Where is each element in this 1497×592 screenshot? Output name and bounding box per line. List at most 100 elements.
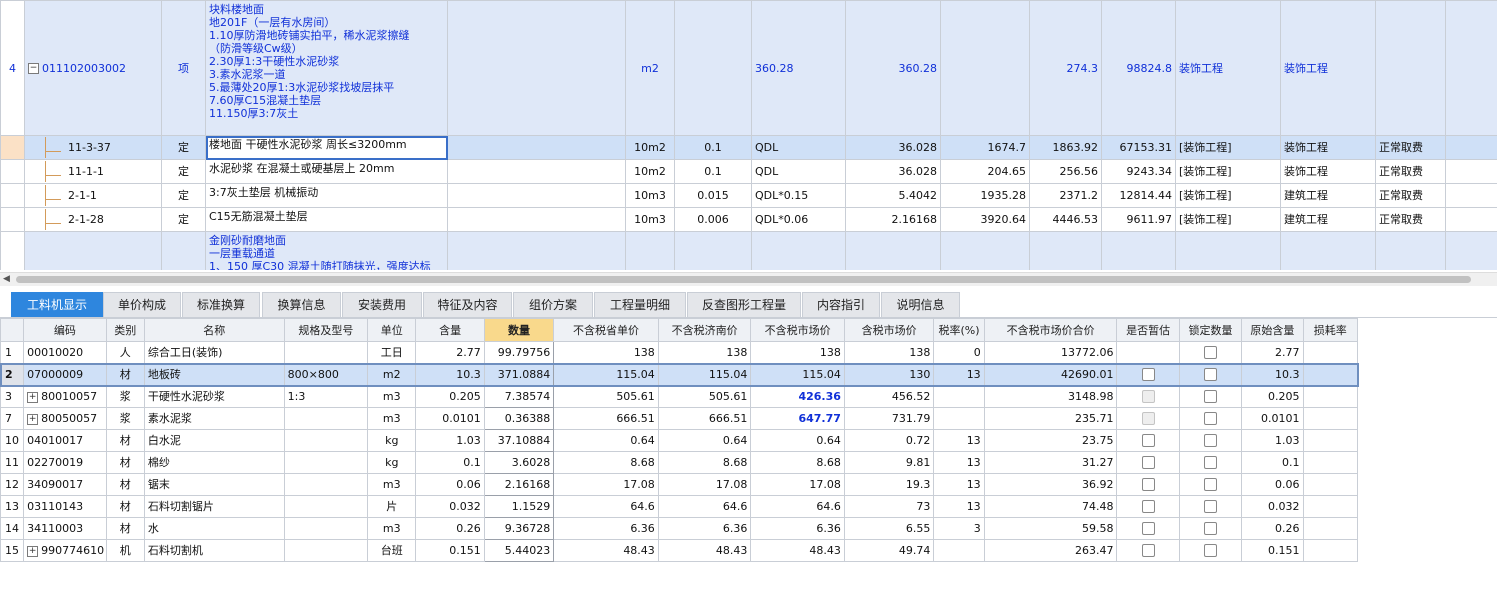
material-row[interactable]: 14 34110003 材水 m3 0.26 9.36728 6.36 6.36 6.36 6.5… [0,517,1359,540]
item-coefficient[interactable]: 0.015 [674,183,752,208]
item-extra[interactable] [1445,231,1497,270]
item-total[interactable]: 9243.34 [1101,159,1176,184]
material-category[interactable]: 浆 [105,385,145,408]
item-major2[interactable]: 建筑工程 [1280,207,1376,232]
prov-price[interactable]: 64.6 [553,495,659,518]
item-extra[interactable] [1445,183,1497,208]
item-quantity[interactable]: 2.16168 [845,207,941,232]
market-price[interactable]: 8.68 [750,451,845,474]
item-extra[interactable] [1445,207,1497,232]
market-total[interactable]: 13772.06 [983,341,1118,364]
material-name[interactable]: 干硬性水泥砂浆 [143,385,285,408]
estimate-checkbox-cell[interactable] [1116,385,1180,408]
item-major2[interactable]: 建筑工程 [1280,183,1376,208]
jinan-price[interactable]: 138 [657,341,752,364]
prov-price[interactable]: 8.68 [553,451,659,474]
material-code[interactable]: 03110143 [23,495,107,518]
loss-rate[interactable] [1302,451,1359,474]
estimate-checkbox-cell[interactable] [1116,451,1180,474]
material-category[interactable]: 人 [105,341,145,364]
material-quantity[interactable]: 5.44023 [483,539,555,562]
item-fee-type[interactable]: 正常取费 [1375,135,1446,160]
original-content[interactable]: 0.06 [1241,473,1304,496]
tax-rate[interactable] [933,407,985,430]
material-row[interactable]: 15 +990774610 机石料切割机 台班 0.151 5.44023 48.43 48.… [0,539,1359,562]
market-total[interactable]: 23.75 [983,429,1118,452]
lock-quantity-checkbox[interactable] [1204,390,1217,404]
item-unit[interactable]: 10m3 [625,183,675,208]
item-major[interactable]: [装饰工程] [1175,135,1281,160]
market-price-tax[interactable]: 19.3 [843,473,935,496]
header-lock-qty[interactable]: 锁定数量 [1178,318,1243,342]
tab-conversion-info[interactable]: 换算信息 [262,292,341,317]
jinan-price[interactable]: 0.64 [657,429,752,452]
item-feature[interactable] [447,159,626,184]
estimate-checkbox-cell[interactable] [1116,517,1180,540]
material-code[interactable]: 34110003 [23,517,107,540]
material-content[interactable]: 0.1 [415,451,485,474]
item-major[interactable] [1175,231,1281,270]
item-fee-type[interactable] [1375,0,1446,136]
market-price-tax[interactable]: 0.72 [843,429,935,452]
material-quantity[interactable]: 99.79756 [483,341,555,364]
item-unit[interactable]: 10m3 [625,207,675,232]
header-loss-rate[interactable]: 损耗率 [1302,318,1359,342]
material-category[interactable]: 材 [105,429,145,452]
tab-unit-price[interactable]: 单价构成 [103,292,181,317]
market-price-tax[interactable]: 456.52 [843,385,935,408]
estimate-checkbox[interactable] [1141,434,1155,448]
market-price-tax[interactable]: 6.55 [843,517,935,540]
original-content[interactable]: 0.26 [1241,517,1304,540]
material-row[interactable]: 13 03110143 材石料切割锯片片 0.032 1.1529 64.6 64.6 64.… [0,495,1359,518]
market-price[interactable]: 647.77 [750,407,845,430]
item-type[interactable] [161,231,206,270]
material-quantity[interactable]: 9.36728 [483,517,555,540]
item-total[interactable]: 9611.97 [1101,207,1176,232]
item-coefficient[interactable] [674,0,752,136]
item-feature[interactable] [447,231,626,270]
item-coefficient[interactable]: 0.006 [674,207,752,232]
jinan-price[interactable]: 17.08 [657,473,752,496]
tax-rate[interactable]: 13 [933,473,985,496]
lock-checkbox-cell[interactable] [1178,341,1243,364]
prov-price[interactable]: 115.04 [553,363,659,386]
expand-icon[interactable]: + [27,545,39,557]
item-code[interactable]: 11-1-1 [24,159,162,184]
material-spec[interactable] [283,539,369,562]
material-row[interactable]: 2 07000009 材地板砖 800×800 m2 10.3 371.0884 115.04… [0,362,1359,387]
item-composite-price[interactable]: 4446.53 [1029,207,1102,232]
material-code[interactable]: 04010017 [23,429,107,452]
material-code[interactable]: +80050057 [23,407,107,430]
item-quantity[interactable]: 360.28 [845,0,941,136]
item-expression[interactable]: QDL*0.15 [751,183,846,208]
estimate-checkbox[interactable] [1141,500,1155,514]
item-type[interactable]: 定 [161,159,206,184]
item-composite-price[interactable] [1029,231,1102,270]
material-code[interactable]: 34090017 [23,473,107,496]
tax-rate[interactable] [933,385,985,408]
item-code[interactable] [24,231,162,270]
estimate-checkbox[interactable] [1141,456,1155,470]
quota-row[interactable]: 2-1-1 定 3:7灰土垫层 机械振动 10m3 0.015 QDL*0.15 5.404… [0,183,1497,208]
material-row[interactable]: 12 34090017 材锯末 m3 0.06 2.16168 17.08 17.08 17.0… [0,473,1359,496]
item-unit[interactable] [625,231,675,270]
market-price[interactable]: 115.04 [750,363,845,386]
item-major[interactable]: [装饰工程] [1175,159,1281,184]
item-extra[interactable] [1445,0,1497,136]
material-content[interactable]: 1.03 [415,429,485,452]
item-expression[interactable]: QDL [751,159,846,184]
header-spec[interactable]: 规格及型号 [283,318,369,342]
material-row[interactable]: 7 +80050057 浆素水泥浆 m3 0.0101 0.36388 666.51 666.… [0,407,1359,430]
material-unit[interactable]: m3 [367,517,417,540]
prov-price[interactable]: 48.43 [553,539,659,562]
material-content[interactable]: 0.205 [415,385,485,408]
header-market-price[interactable]: 不含税市场价 [750,318,845,342]
market-total[interactable]: 74.48 [983,495,1118,518]
item-major[interactable]: [装饰工程] [1175,183,1281,208]
market-price[interactable]: 6.36 [750,517,845,540]
estimate-checkbox-cell[interactable] [1116,429,1180,452]
market-price[interactable]: 17.08 [750,473,845,496]
tab-quantity-detail[interactable]: 工程量明细 [594,292,686,317]
lock-checkbox-cell[interactable] [1178,473,1243,496]
material-unit[interactable]: 台班 [367,539,417,562]
